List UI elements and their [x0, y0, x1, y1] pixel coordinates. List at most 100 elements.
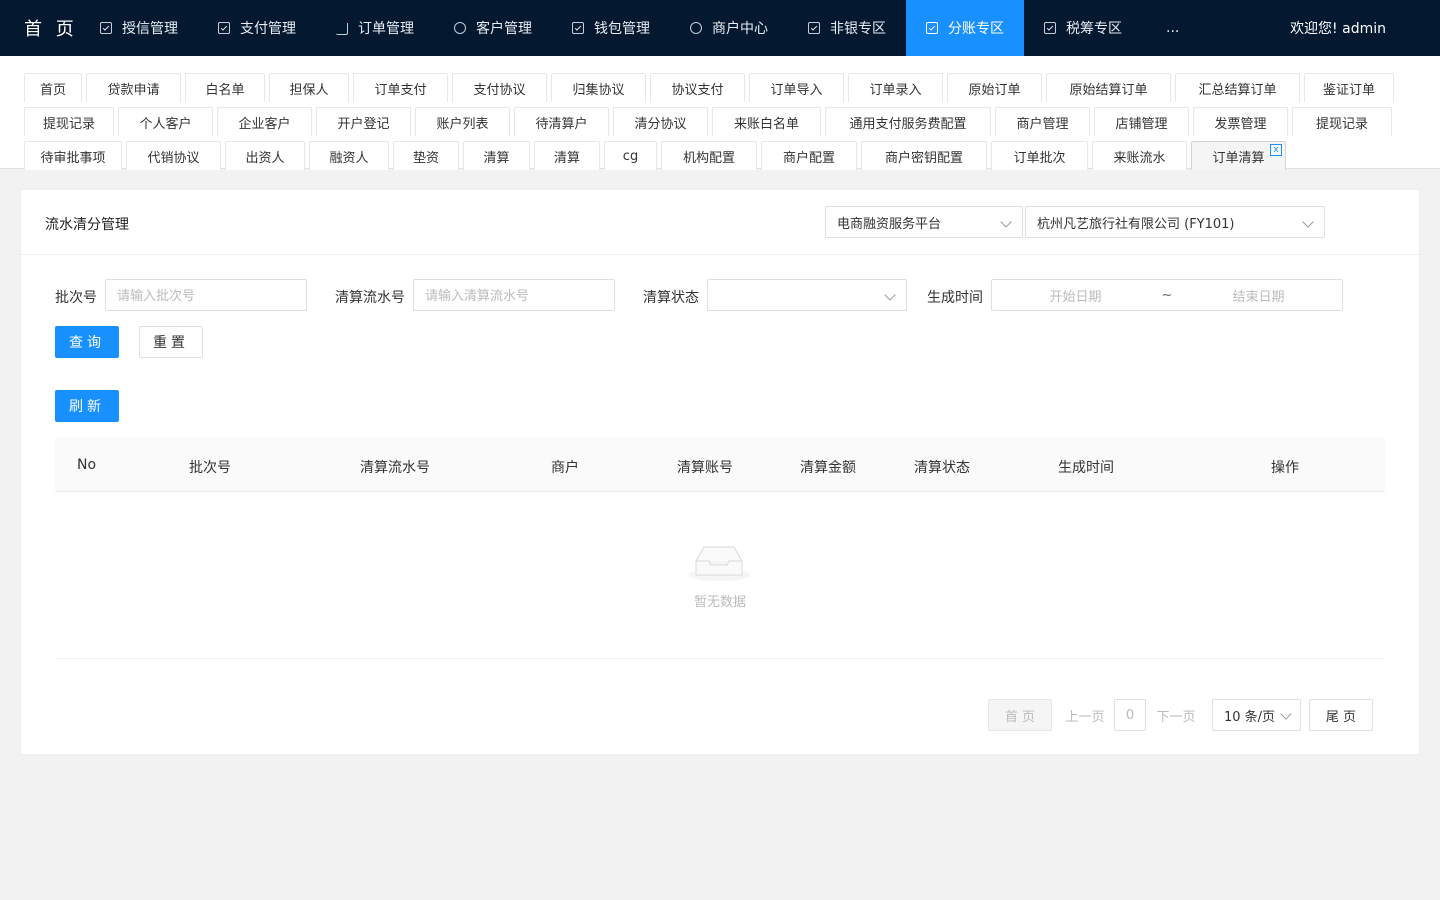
serial-input[interactable]	[413, 279, 615, 311]
empty-inbox-icon	[688, 546, 750, 581]
refresh-button[interactable]: 刷新	[55, 390, 119, 422]
chevron-down-icon	[1302, 216, 1314, 228]
tab-item[interactable]: 来账流水	[1092, 141, 1187, 170]
top-navbar: 首 页 授信管理 支付管理 订单管理 客户管理 钱包管理 商户中心 非银专区 分…	[0, 0, 1440, 56]
tab-item[interactable]: 待清算户	[514, 107, 609, 136]
tab-item[interactable]: cg	[604, 141, 657, 170]
chevron-down-icon	[1280, 708, 1292, 720]
tab-item[interactable]: 商户配置	[761, 141, 857, 170]
tab-item[interactable]: 贷款申请	[86, 73, 181, 102]
tab-item[interactable]: 清分协议	[613, 107, 708, 136]
tab-label: 店铺管理	[1115, 116, 1168, 132]
nav-item-wallet[interactable]: 钱包管理	[552, 0, 670, 56]
document-check-icon	[572, 22, 584, 34]
tab-item[interactable]: 商户管理	[995, 107, 1090, 136]
tab-row: 提现记录 个人客户 企业客户 开户登记 账户列表 待清算户 清分协议 来账白名单 通用支付服务费…	[24, 107, 1396, 136]
date-range-picker[interactable]: 开始日期 ~ 结束日期	[991, 279, 1343, 311]
nav-item-merchant-center[interactable]: 商户中心	[670, 0, 788, 56]
tab-label: 企业客户	[238, 116, 291, 132]
user-icon	[454, 22, 466, 34]
tab-label: 担保人	[289, 82, 329, 98]
tab-item[interactable]: 鉴证订单	[1304, 73, 1394, 102]
tab-label: 待审批事项	[40, 150, 106, 166]
column-header-status: 清算状态	[914, 460, 970, 476]
tab-item[interactable]: 待审批事项	[24, 141, 122, 170]
merchant-select[interactable]: 杭州凡艺旅行社有限公司 (FY101)	[1025, 206, 1325, 238]
home-brand[interactable]: 首 页	[0, 15, 80, 41]
page-title: 流水清分管理	[45, 217, 129, 233]
tab-label: 订单录入	[869, 82, 922, 98]
nav-item-non-bank[interactable]: 非银专区	[788, 0, 906, 56]
nav-item-customers[interactable]: 客户管理	[434, 0, 552, 56]
tab-item[interactable]: 汇总结算订单	[1175, 73, 1300, 102]
platform-select[interactable]: 电商融资服务平台	[825, 206, 1023, 238]
tab-label: 协议支付	[671, 82, 724, 98]
tab-item[interactable]: 订单批次	[991, 141, 1088, 170]
tab-item[interactable]: 账户列表	[415, 107, 510, 136]
open-tabs-bar: 首页 贷款申请 白名单 担保人 订单支付 支付协议 归集协议 协议支付 订单导入 订单录入 原始订单…	[0, 56, 1440, 170]
tab-item[interactable]: 出资人	[225, 141, 305, 170]
page-size-value: 10 条/页	[1224, 709, 1276, 725]
tab-item[interactable]: 开户登记	[316, 107, 411, 136]
tab-label: 出资人	[245, 150, 285, 166]
chevron-down-icon	[1000, 216, 1012, 228]
nav-item-payment[interactable]: 支付管理	[198, 0, 316, 56]
query-button[interactable]: 查询	[55, 326, 119, 358]
tab-item[interactable]: 订单支付	[353, 73, 448, 102]
tab-label: 汇总结算订单	[1198, 82, 1277, 98]
tab-item[interactable]: 垫资	[393, 141, 459, 170]
reset-button[interactable]: 重置	[139, 326, 203, 358]
tab-item[interactable]: 提现记录	[1292, 107, 1392, 136]
document-check-icon	[926, 22, 938, 34]
tab-item[interactable]: 协议支付	[650, 73, 745, 102]
nav-item-split-account[interactable]: 分账专区	[906, 0, 1024, 56]
nav-item-credit[interactable]: 授信管理	[80, 0, 198, 56]
tab-item[interactable]: 归集协议	[551, 73, 646, 102]
tab-label: 鉴证订单	[1322, 82, 1375, 98]
start-date-input[interactable]: 开始日期	[992, 286, 1159, 305]
tab-item[interactable]: 通用支付服务费配置	[825, 107, 991, 136]
tab-item[interactable]: 订单录入	[848, 73, 943, 102]
tab-item[interactable]: 来账白名单	[712, 107, 821, 136]
document-check-icon	[218, 22, 230, 34]
tab-label: 来账白名单	[733, 116, 799, 132]
end-date-input[interactable]: 结束日期	[1175, 286, 1342, 305]
tab-item[interactable]: 机构配置	[661, 141, 757, 170]
tab-item[interactable]: 提现记录	[24, 107, 114, 136]
tab-item[interactable]: 原始结算订单	[1046, 73, 1171, 102]
first-page-button[interactable]: 首 页	[988, 699, 1052, 731]
tab-item[interactable]: 商户密钥配置	[861, 141, 987, 170]
welcome-user[interactable]: 欢迎您! admin	[1290, 0, 1386, 56]
document-check-icon	[808, 22, 820, 34]
batch-input[interactable]	[105, 279, 307, 311]
tab-item[interactable]: 个人客户	[118, 107, 213, 136]
nav-more-button[interactable]: ...	[1142, 0, 1203, 56]
next-page-button[interactable]: 下一页	[1154, 699, 1198, 731]
last-page-button[interactable]: 尾 页	[1309, 699, 1373, 731]
status-select[interactable]	[707, 279, 907, 311]
nav-item-orders[interactable]: 订单管理	[316, 0, 434, 56]
tab-item[interactable]: 代销协议	[126, 141, 221, 170]
tab-item[interactable]: 担保人	[269, 73, 349, 102]
tab-item[interactable]: 首页	[24, 73, 82, 102]
tab-item[interactable]: 白名单	[185, 73, 265, 102]
page-number-input[interactable]: 0	[1114, 699, 1146, 731]
tab-item[interactable]: 店铺管理	[1094, 107, 1189, 136]
tab-label: 融资人	[329, 150, 369, 166]
page-size-select[interactable]: 10 条/页	[1212, 699, 1301, 731]
prev-page-button[interactable]: 上一页	[1063, 699, 1107, 731]
nav-item-tax[interactable]: 税筹专区	[1024, 0, 1142, 56]
tab-label: 首页	[39, 82, 66, 98]
tab-item[interactable]: 清算	[534, 141, 600, 170]
tab-item[interactable]: 融资人	[309, 141, 389, 170]
tab-item[interactable]: 支付协议	[452, 73, 547, 102]
close-icon[interactable]: x	[1270, 144, 1282, 156]
tab-active[interactable]: 订单清算 x	[1191, 141, 1286, 170]
tab-label: 个人客户	[139, 116, 192, 132]
tab-item[interactable]: 发票管理	[1193, 107, 1288, 136]
tab-item[interactable]: 企业客户	[217, 107, 312, 136]
tab-item[interactable]: 原始订单	[947, 73, 1042, 102]
tab-item[interactable]: 订单导入	[749, 73, 844, 102]
time-label: 生成时间	[927, 290, 983, 306]
tab-item[interactable]: 清算	[463, 141, 530, 170]
